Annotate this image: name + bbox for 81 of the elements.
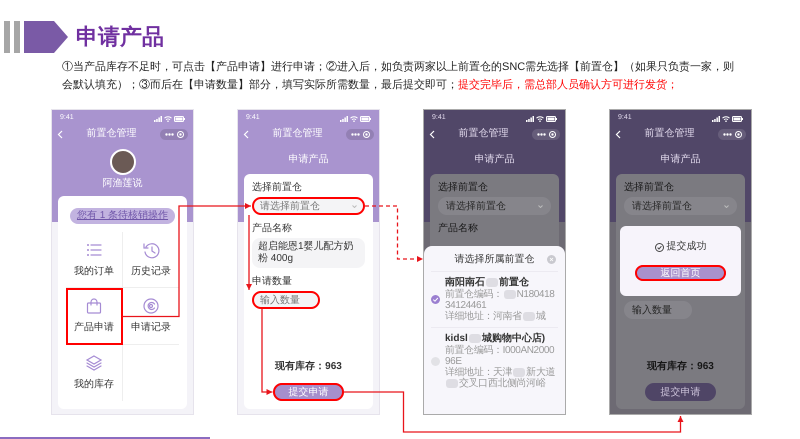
- dropdown-field[interactable]: 请选择前置仓: [438, 197, 551, 215]
- wifi-icon: [350, 116, 358, 122]
- redacted-block: [446, 378, 458, 388]
- option-name: 南阳南石 前置仓: [445, 277, 530, 288]
- quantity-input[interactable]: 输入数量: [252, 291, 320, 309]
- target-icon[interactable]: [362, 130, 370, 138]
- warehouse-option[interactable]: kidsl 城购物中心店) 前置仓编码：I000AN200096E 详细地址：天津 新大道 交叉口西北侧尚河峪: [431, 327, 558, 394]
- menu-item[interactable]: 我的库存: [66, 344, 122, 401]
- caret-icon: [724, 205, 729, 208]
- dropdown-field[interactable]: 请选择前置仓: [624, 197, 737, 215]
- connector-arrow: [365, 205, 423, 262]
- menu-item[interactable]: 产品申请: [66, 288, 122, 345]
- more-icon[interactable]: [536, 132, 546, 136]
- signal-icon: [154, 116, 162, 122]
- sheet-title: 请选择所属前置仓: [454, 253, 534, 266]
- battery-icon: [732, 116, 743, 122]
- signal-icon: [712, 116, 720, 122]
- redacted-block: [486, 278, 498, 287]
- field-label: 选择前置仓: [438, 182, 489, 194]
- dialog-message: 提交成功: [666, 241, 706, 253]
- back-icon[interactable]: [429, 130, 435, 138]
- caret-icon: [352, 205, 357, 208]
- header-bar: [4, 21, 10, 53]
- menu-item[interactable]: 申请记录: [122, 288, 179, 345]
- redacted-block: [468, 334, 481, 343]
- option-code: 前置仓编码：I000AN200096E: [445, 345, 556, 367]
- redacted-block: [513, 368, 526, 377]
- field-label: 产品名称: [252, 223, 293, 235]
- redacted-block: [522, 312, 535, 321]
- more-icon[interactable]: [164, 132, 174, 136]
- signal-icon: [526, 116, 534, 122]
- header-arrow: [24, 21, 68, 53]
- page-heading: 申请产品: [474, 154, 516, 166]
- product-field: 超启能恩1婴儿配方奶粉 400g: [252, 238, 365, 268]
- nav-title: 前置仓管理: [458, 128, 510, 140]
- field-label: 选择前置仓: [252, 182, 303, 194]
- dropdown-field[interactable]: 请选择前置仓: [252, 197, 365, 215]
- battery-icon: [546, 116, 557, 122]
- stock-text: 现有库存：963: [274, 361, 343, 373]
- nav-title: 前置仓管理: [86, 128, 138, 140]
- target-icon[interactable]: [176, 130, 184, 138]
- wifi-icon: [536, 116, 544, 122]
- option-name: kidsl 城购物中心店): [445, 333, 546, 344]
- user-name: 阿渔莲说: [102, 178, 144, 190]
- stock-text: 现有库存：963: [646, 361, 715, 373]
- layers-icon: [84, 354, 103, 372]
- signal-icon: [340, 116, 348, 122]
- wifi-icon: [722, 116, 730, 122]
- instruction-text: ①当产品库存不足时，可点击【产品申请】进行申请；②进入后，如负责两家以上前置仓的SNC需先选择【前置仓】（如果只负责一家，则会默认填充）；③而后在【申请数量】部分，填写实际所需数量，最后提交即可；提交完毕后，需总部人员确认方可进行发货；: [61, 60, 736, 93]
- wifi-icon: [164, 116, 172, 122]
- back-icon[interactable]: [615, 130, 621, 138]
- target-icon[interactable]: [548, 130, 556, 138]
- page-title: 申请产品: [76, 23, 164, 51]
- menu-item[interactable]: 历史记录: [122, 232, 179, 288]
- avatar: [110, 149, 136, 175]
- field-label: 产品名称: [438, 223, 479, 235]
- more-icon[interactable]: [722, 132, 732, 136]
- submit-button[interactable]: 提交申请: [645, 383, 716, 401]
- battery-icon: [360, 116, 371, 122]
- quantity-input[interactable]: 输入数量: [624, 301, 692, 319]
- more-icon[interactable]: [350, 132, 360, 136]
- redacted-block: [504, 290, 516, 299]
- field-label: 选择前置仓: [624, 182, 675, 194]
- battery-icon: [174, 116, 185, 122]
- warehouse-option[interactable]: 南阳南石 前置仓 前置仓编码： N18041834124461 详细地址：河南省 城: [431, 271, 558, 327]
- option-code: 前置仓编码： N18041834124461: [445, 289, 556, 311]
- header-bar: [14, 21, 20, 53]
- nav-title: 前置仓管理: [644, 128, 696, 140]
- caret-icon: [538, 205, 543, 208]
- history-icon: [142, 240, 160, 259]
- target-icon[interactable]: [734, 130, 742, 138]
- page-heading: 申请产品: [660, 154, 702, 166]
- menu-item[interactable]: 我的订单: [66, 232, 122, 288]
- option-address: 详细地址：天津 新大道 交叉口西北侧尚河峪: [445, 367, 556, 389]
- bag-icon: [84, 296, 103, 315]
- nav-title: 前置仓管理: [272, 128, 324, 140]
- check-circle-icon: [654, 242, 664, 252]
- ring-icon: [142, 296, 160, 315]
- field-label: 申请数量: [252, 276, 293, 288]
- page-heading: 申请产品: [288, 154, 330, 166]
- option-address: 详细地址：河南省 城: [445, 311, 547, 322]
